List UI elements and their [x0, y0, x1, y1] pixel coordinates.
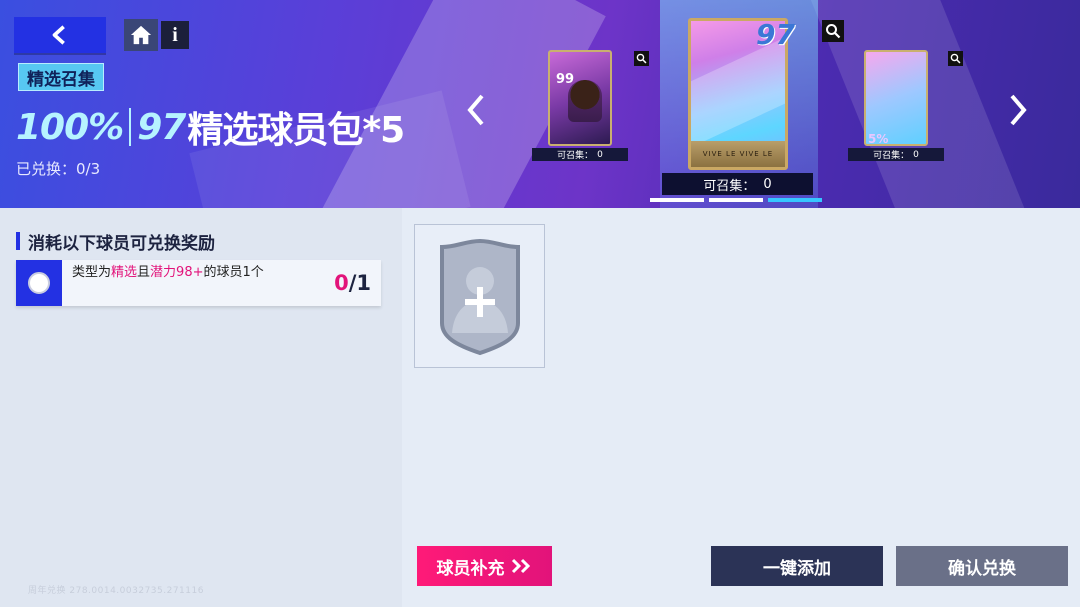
count-value: 0 [597, 149, 603, 160]
add-player-icon [440, 238, 520, 356]
card-foil-text: 5% [868, 132, 889, 146]
heading-accent-bar [16, 232, 20, 250]
pager-dot-3-active[interactable] [768, 198, 822, 202]
requirements-title: 消耗以下球员可兑换奖励 [28, 233, 215, 254]
zoom-center-button[interactable] [822, 20, 844, 42]
req-text: 类型为 [72, 265, 112, 280]
progress-total: /1 [348, 271, 371, 295]
chevron-left-icon [467, 94, 484, 126]
redeemed-status: 已兑换：0/3 [16, 158, 100, 179]
player-portrait [568, 80, 602, 122]
back-button[interactable] [14, 17, 106, 53]
title-divider [129, 108, 132, 146]
search-icon [636, 53, 647, 64]
count-label: 可召集： [703, 178, 756, 194]
supply-label: 球员补充 [436, 558, 505, 579]
auto-add-label: 一键添加 [763, 558, 831, 579]
radio-circle-icon [28, 272, 50, 294]
player-supply-button[interactable]: 球员补充 [417, 546, 552, 586]
count-value: 0 [913, 149, 919, 160]
pack-ovr: 97 [137, 106, 186, 148]
req-highlight-potential: 潜力98+ [150, 265, 204, 280]
pager-dot-2[interactable] [709, 198, 763, 202]
pack-title: 100% 97 精选球员包*5 [16, 102, 405, 152]
requirement-description: 类型为精选且潜力98+的球员1个 [62, 260, 335, 306]
pack-percent: 100% [16, 106, 124, 148]
progress-current: 0 [334, 271, 349, 295]
zoom-left-button[interactable] [634, 51, 649, 66]
confirm-label: 确认兑换 [948, 558, 1016, 579]
pack-card-right[interactable]: 5% [864, 50, 928, 146]
count-label: 可召集： [873, 151, 910, 161]
info-button[interactable]: i [161, 21, 189, 49]
right-card-count: 可召集： 0 [848, 148, 944, 161]
pack-name: 精选球员包*5 [187, 110, 405, 151]
requirement-progress: 0/1 [334, 260, 381, 306]
confirm-exchange-button[interactable]: 确认兑换 [896, 546, 1068, 586]
center-card-count: 可召集： 0 [662, 173, 813, 195]
req-text: 且 [137, 265, 151, 280]
card-foot: VIVE LE VIVE LE [691, 141, 785, 167]
req-text: 的球员1个 [203, 265, 264, 280]
home-icon [130, 25, 152, 45]
carousel-prev-button[interactable] [462, 90, 490, 130]
event-tag: 精选召集 [18, 63, 104, 91]
chevron-right-icon [1010, 94, 1027, 126]
redeemed-label: 已兑换： [16, 160, 77, 178]
info-icon: i [172, 23, 178, 46]
search-icon [950, 53, 961, 64]
build-watermark: 周年兑换 278.0014.0032735.271116 [28, 586, 204, 596]
zoom-right-button[interactable] [948, 51, 963, 66]
count-value: 0 [763, 176, 772, 192]
carousel-next-button[interactable] [1004, 90, 1032, 130]
player-slot-add[interactable] [414, 224, 545, 368]
card-sheen [691, 34, 785, 148]
search-icon [826, 24, 841, 39]
req-highlight-type: 精选 [111, 265, 138, 280]
chevron-left-icon [52, 25, 65, 45]
count-label: 可召集： [557, 151, 594, 161]
requirements-heading: 消耗以下球员可兑换奖励 [16, 231, 215, 254]
double-chevron-right-icon [511, 558, 530, 574]
left-card-count: 可召集： 0 [532, 148, 628, 161]
pack-card-left[interactable]: 99 [548, 50, 612, 146]
center-card-ovr: 97 [756, 18, 795, 51]
requirement-status-box [16, 260, 62, 306]
auto-add-button[interactable]: 一键添加 [711, 546, 883, 586]
home-button[interactable] [124, 19, 158, 51]
redeemed-value: 0/3 [76, 160, 101, 178]
pager-dot-1[interactable] [650, 198, 704, 202]
requirement-row[interactable]: 类型为精选且潜力98+的球员1个 0/1 [16, 260, 381, 306]
